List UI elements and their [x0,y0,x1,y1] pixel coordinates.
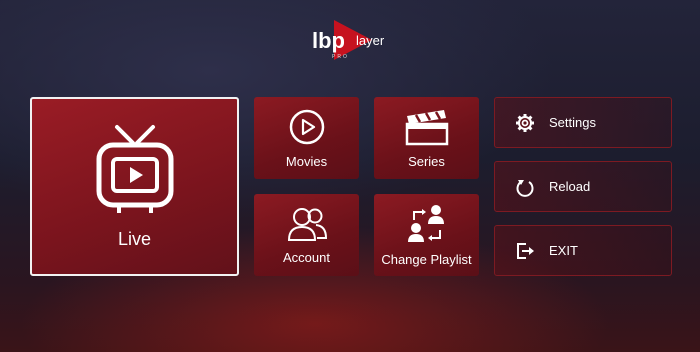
clapperboard-icon [405,109,448,145]
reload-button[interactable]: Reload [494,161,672,212]
movies-tile[interactable]: Movies [254,97,359,179]
app-logo: lbp layer PRO [310,18,396,62]
logo-play-icon: lbp layer PRO [312,20,385,60]
settings-label: Settings [549,115,596,130]
play-circle-icon [289,109,324,144]
exit-icon [517,242,534,259]
tv-icon [96,125,173,213]
settings-button[interactable]: Settings [494,97,672,148]
swap-users-icon [407,204,444,242]
change-playlist-tile[interactable]: Change Playlist [374,194,479,276]
logo-text-player: layer [356,33,385,48]
users-icon [287,207,327,241]
logo-subtext: PRO [332,54,349,60]
exit-button[interactable]: EXIT [494,225,672,276]
live-tile[interactable]: Live [30,97,239,276]
logo-text-lbp: lbp [312,28,345,53]
gear-icon [516,113,534,132]
exit-label: EXIT [549,243,578,258]
series-tile[interactable]: Series [374,97,479,179]
movies-label: Movies [285,153,328,169]
change-playlist-label: Change Playlist [381,251,472,267]
live-label: Live [117,229,152,249]
account-label: Account [283,249,330,265]
reload-icon [516,179,534,197]
reload-label: Reload [549,179,591,194]
account-tile[interactable]: Account [254,194,359,276]
series-label: Series [408,153,445,169]
